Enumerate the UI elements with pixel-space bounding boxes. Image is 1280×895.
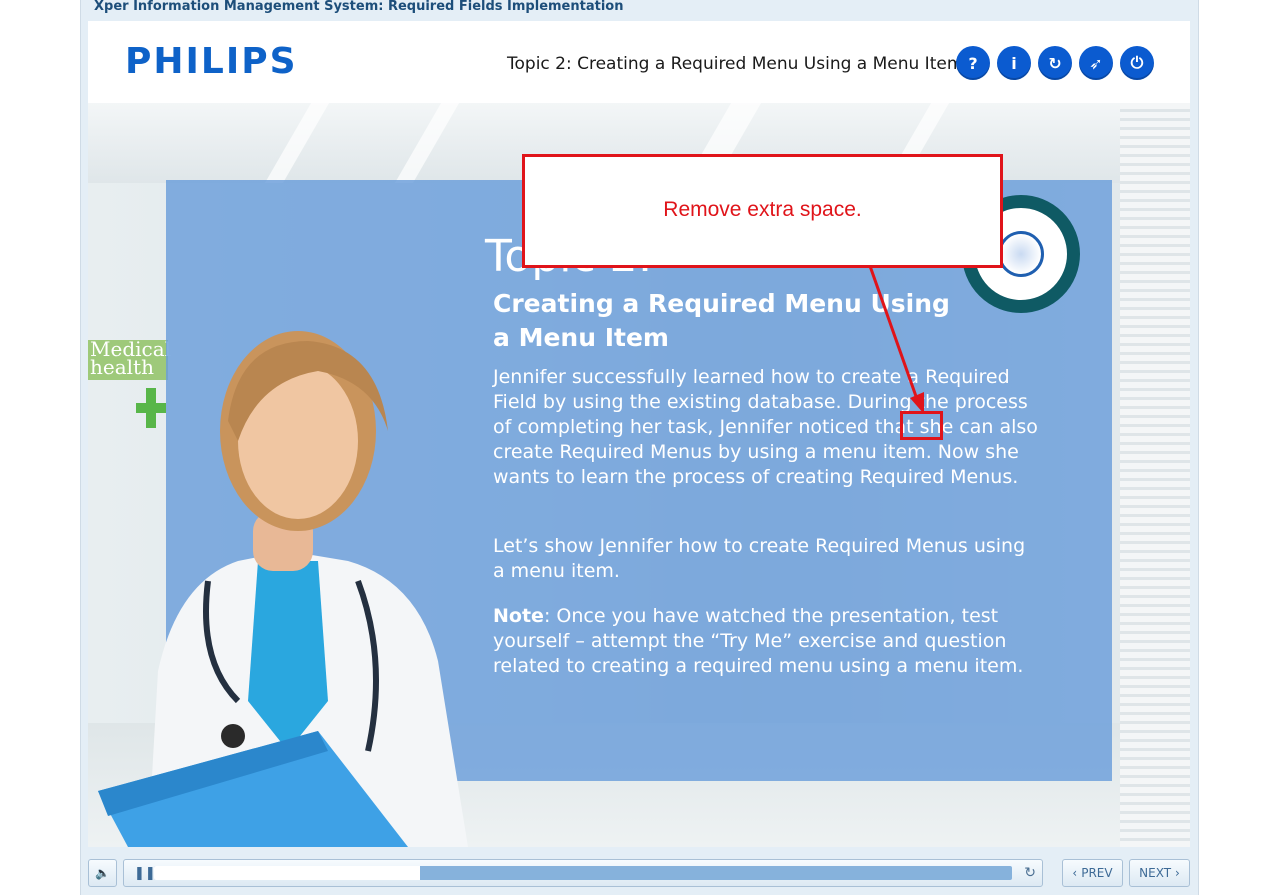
volume-button[interactable]: 🔈: [88, 859, 117, 887]
progress-fill: [154, 866, 420, 880]
note-text: : Once you have watched the presentation…: [493, 605, 1024, 677]
playback-controls: 🔈 ❚❚ ↻ ‹ PREV NEXT ›: [88, 859, 1190, 889]
topic-heading: Topic 2: Creating a Required Menu Using …: [507, 54, 964, 74]
review-callout: Remove extra space.: [522, 154, 1003, 268]
prev-button[interactable]: ‹ PREV: [1062, 859, 1123, 887]
note-label: Note: [493, 605, 544, 627]
app-title: Xper Information Management System: Requ…: [94, 0, 624, 14]
progress-track[interactable]: [154, 866, 1012, 880]
globe-icon: [998, 231, 1044, 277]
prev-label: PREV: [1081, 866, 1113, 880]
power-icon[interactable]: ⏻: [1120, 46, 1154, 80]
chevron-left-icon: ‹: [1072, 866, 1078, 880]
replay-icon[interactable]: ↻: [1038, 46, 1072, 80]
blinds-background: [1120, 103, 1190, 847]
info-icon[interactable]: i: [997, 46, 1031, 80]
doctor-image: [98, 331, 468, 847]
philips-logo: PHILIPS: [125, 41, 298, 82]
lets-show-paragraph: Let’s show Jennifer how to create Requir…: [493, 535, 1026, 582]
next-button[interactable]: NEXT ›: [1129, 859, 1190, 887]
next-label: NEXT: [1139, 866, 1172, 880]
note-paragraph: Note: Once you have watched the presenta…: [493, 604, 1038, 679]
speaker-icon: 🔈: [95, 866, 110, 880]
compass-icon[interactable]: ➶: [1079, 46, 1113, 80]
callout-arrow-icon: [868, 265, 924, 414]
chevron-right-icon: ›: [1175, 866, 1180, 880]
header-bar: PHILIPS Topic 2: Creating a Required Men…: [88, 21, 1190, 103]
intro-paragraph: Jennifer successfully learned how to cre…: [493, 366, 1038, 488]
help-icon[interactable]: ?: [956, 46, 990, 80]
pause-icon[interactable]: ❚❚: [134, 866, 156, 881]
extra-space-highlight: [900, 411, 943, 440]
callout-text: Remove extra space.: [663, 198, 862, 221]
progress-bar[interactable]: ❚❚ ↻: [123, 859, 1043, 887]
reload-icon[interactable]: ↻: [1024, 865, 1036, 881]
